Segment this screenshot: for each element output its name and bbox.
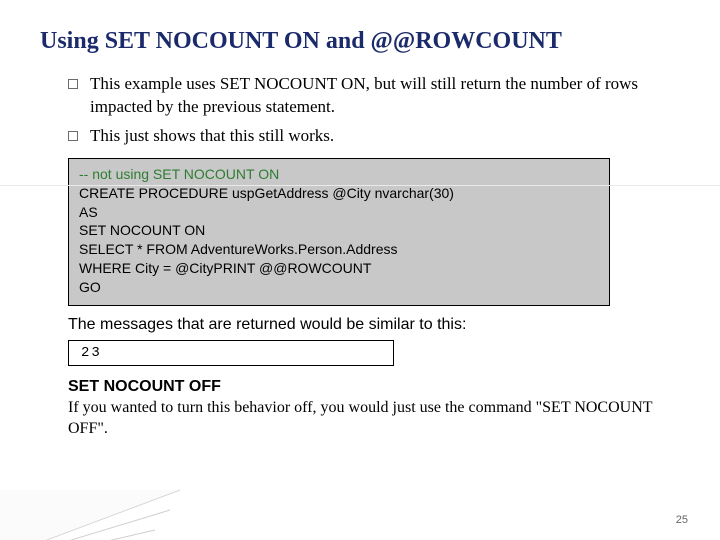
bullet-list: This example uses SET NOCOUNT ON, but wi…	[68, 73, 680, 148]
bullet-text: This example uses SET NOCOUNT ON, but wi…	[90, 73, 680, 119]
result-value: 23	[81, 345, 102, 361]
slide: Using SET NOCOUNT ON and @@ROWCOUNT This…	[0, 0, 720, 540]
bullet-square-icon	[68, 131, 78, 141]
code-line: SELECT * FROM AdventureWorks.Person.Addr…	[79, 240, 599, 259]
code-comment: -- not using SET NOCOUNT ON	[79, 165, 599, 184]
code-line: CREATE PROCEDURE uspGetAddress @City nva…	[79, 184, 599, 203]
code-line: GO	[79, 278, 599, 297]
code-block: -- not using SET NOCOUNT ON CREATE PROCE…	[68, 158, 610, 306]
body-text: If you wanted to turn this behavior off,…	[68, 398, 680, 440]
bullet-item: This just shows that this still works.	[68, 125, 680, 148]
result-output-box: 23	[68, 340, 394, 366]
slide-title: Using SET NOCOUNT ON and @@ROWCOUNT	[40, 28, 680, 55]
bullet-square-icon	[68, 79, 78, 89]
page-number: 25	[676, 514, 688, 526]
bullet-text: This just shows that this still works.	[90, 125, 334, 148]
code-line: WHERE City = @CityPRINT @@ROWCOUNT	[79, 259, 599, 278]
bullet-item: This example uses SET NOCOUNT ON, but wi…	[68, 73, 680, 119]
code-line: AS	[79, 203, 599, 222]
corner-decoration-icon	[0, 460, 180, 540]
messages-intro: The messages that are returned would be …	[68, 316, 680, 334]
divider-line	[0, 185, 720, 186]
subheading: SET NOCOUNT OFF	[68, 378, 680, 396]
code-line: SET NOCOUNT ON	[79, 221, 599, 240]
